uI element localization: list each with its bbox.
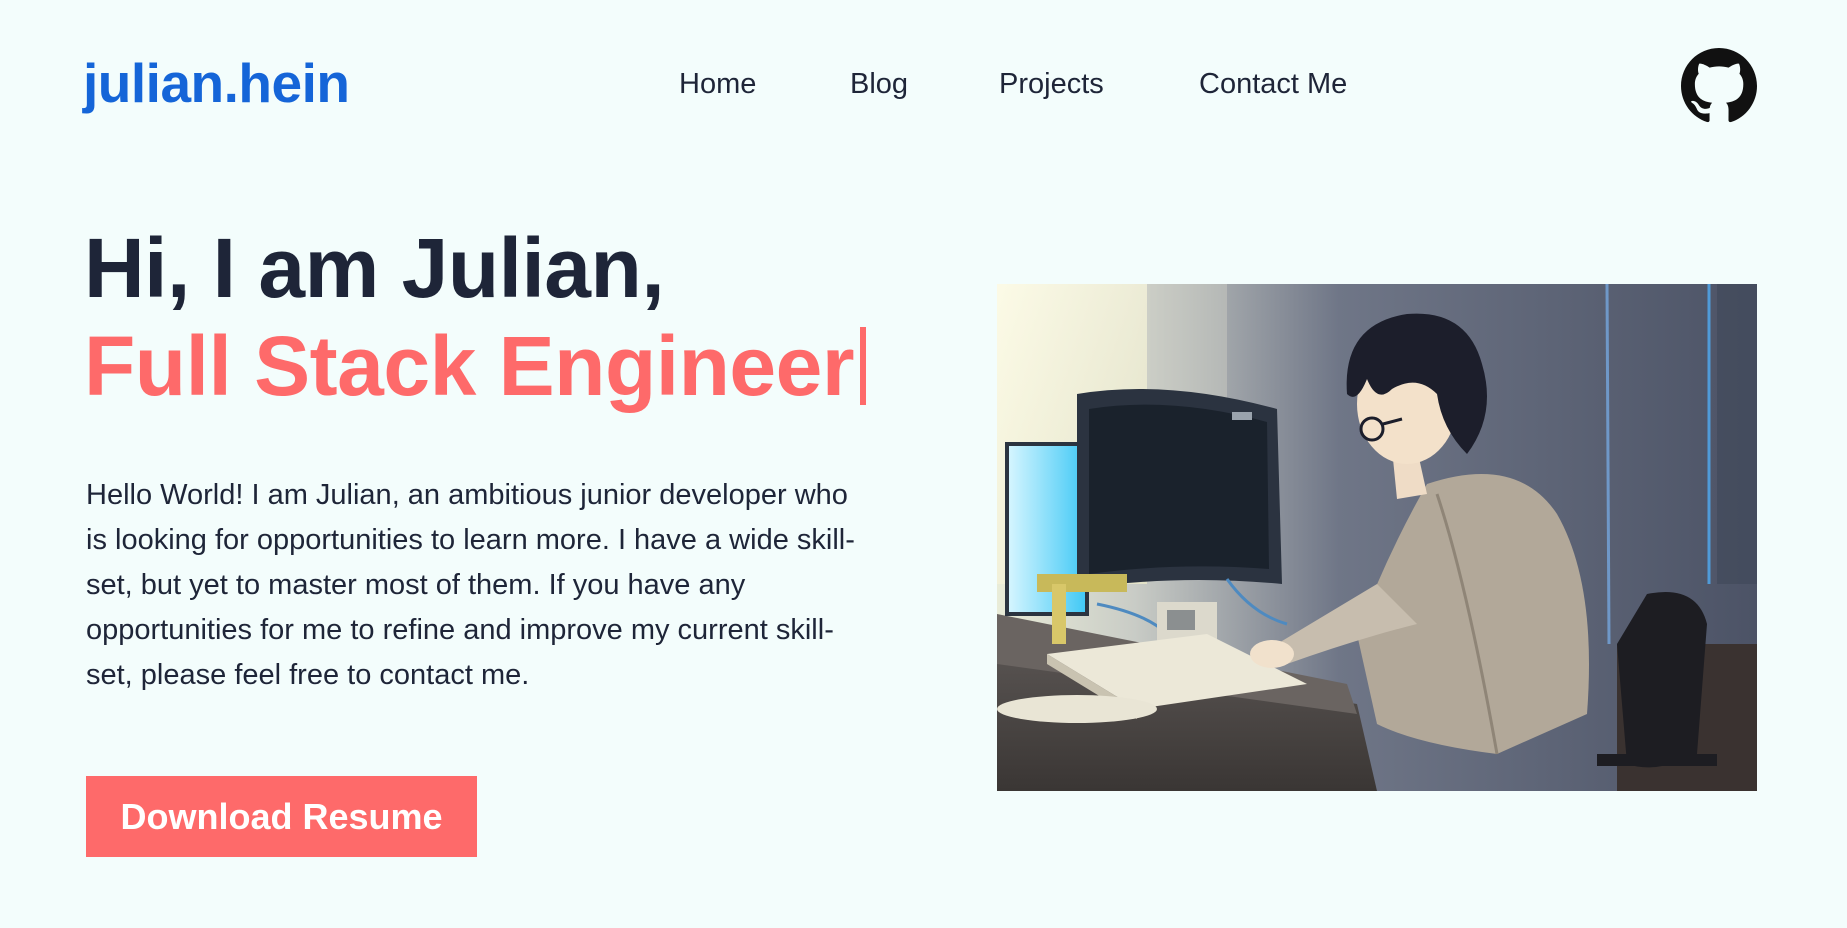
download-resume-button[interactable]: Download Resume [86,776,477,857]
hero-role-title: Full Stack Engineer [84,316,867,416]
nav-link-home[interactable]: Home [679,62,756,106]
hero-role-text: Full Stack Engineer [84,319,855,413]
nav-link-contact-me[interactable]: Contact Me [1199,62,1347,106]
github-link[interactable] [1681,48,1757,124]
typing-cursor [860,327,867,405]
hero-illustration [997,284,1757,791]
nav-link-projects[interactable]: Projects [999,62,1104,106]
hero-greeting: Hi, I am Julian, [84,221,665,315]
site-logo[interactable]: julian.hein [83,48,350,118]
nav-link-blog[interactable]: Blog [850,62,908,106]
site-header: julian.hein Home Blog Projects Contact M… [0,0,1847,170]
hero-bio: Hello World! I am Julian, an ambitious j… [86,479,855,691]
github-icon [1681,48,1757,123]
